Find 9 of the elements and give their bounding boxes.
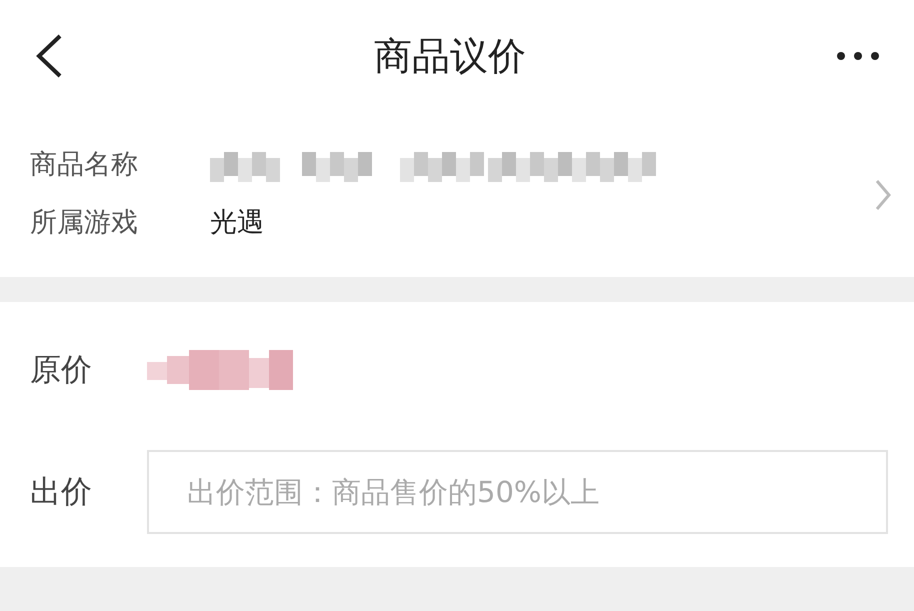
- game-name: 光遇: [210, 206, 264, 240]
- original-price-label: 原价: [30, 350, 93, 390]
- field-label: 商品名称: [30, 148, 139, 182]
- offer-price-field[interactable]: 出价范围：商品售价的50%以上: [147, 450, 888, 534]
- more-icon[interactable]: [836, 51, 880, 61]
- field-label: 所属游戏: [30, 206, 139, 240]
- offer-price-label: 出价: [30, 472, 93, 512]
- page-title: 商品议价: [374, 32, 526, 80]
- back-icon[interactable]: [34, 33, 64, 79]
